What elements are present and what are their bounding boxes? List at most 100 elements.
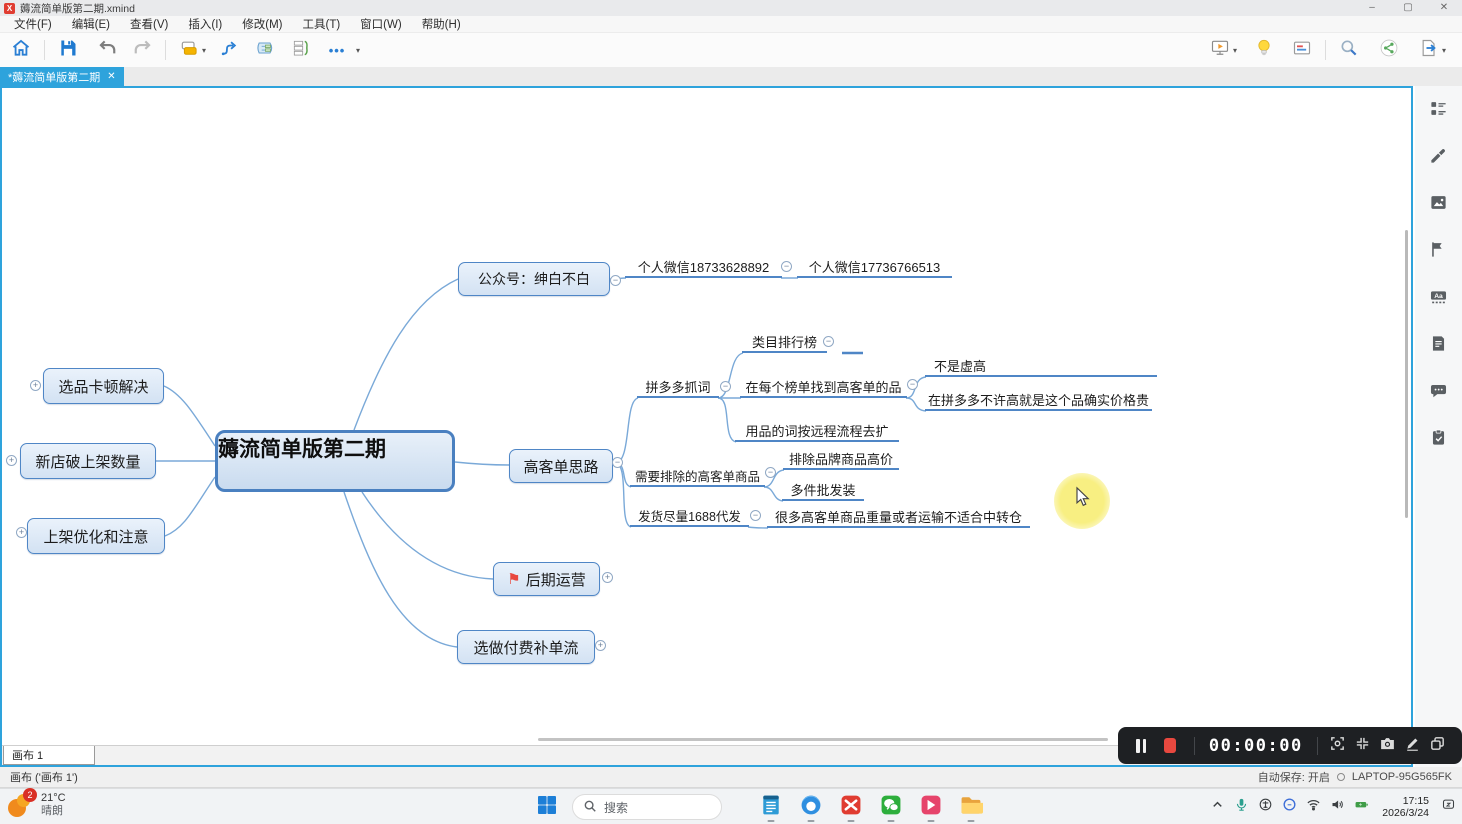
topic-listing-optimization[interactable]: 上架优化和注意 (27, 518, 165, 554)
topic-product-selection[interactable]: 选品卡顿解决 (43, 368, 164, 404)
topic-find-high-order[interactable]: 在每个榜单找到高客单的品 (740, 377, 907, 398)
redo-button[interactable] (129, 37, 155, 63)
tray-app-ring-icon[interactable] (1282, 797, 1297, 817)
export-caret-icon[interactable]: ▾ (1442, 46, 1446, 55)
topic-really-expensive[interactable]: 在拼多多不许高就是这个品确实价格贵 (925, 390, 1152, 411)
start-button[interactable] (532, 792, 562, 822)
topic-category-ranking[interactable]: 类目排行榜 (742, 332, 827, 353)
taskbar-app-xmind[interactable] (836, 792, 866, 822)
presentation-caret-icon[interactable]: ▾ (1233, 46, 1237, 55)
new-topic-caret-icon[interactable]: ▾ (202, 46, 206, 55)
menu-item-help[interactable]: 帮助(H) (412, 16, 471, 32)
new-topic-button[interactable] (176, 37, 202, 63)
notification-center-icon[interactable] (1441, 797, 1456, 817)
topic-wechat-2[interactable]: 个人微信17736766513 (797, 257, 952, 278)
topic-pdd-keywords[interactable]: 拼多多抓词 (637, 377, 719, 398)
relationship-button[interactable] (216, 37, 242, 63)
expand-marker[interactable]: + (16, 527, 27, 538)
search-input[interactable]: 搜索 (572, 794, 722, 820)
sheet-tab[interactable]: 画布 1 (3, 746, 95, 765)
topic-new-store-listing[interactable]: 新店破上架数量 (20, 443, 156, 479)
menu-item-insert[interactable]: 插入(I) (178, 16, 232, 32)
collapse-marker[interactable]: − (720, 381, 731, 392)
undo-button[interactable] (95, 37, 121, 63)
export-button[interactable] (1416, 37, 1442, 63)
presentation-button[interactable] (1207, 37, 1233, 63)
topic-exclude-products[interactable]: 需要排除的高客单商品 (630, 466, 765, 487)
weather-widget[interactable]: 2 21°C 晴朗 (8, 792, 66, 818)
home-button[interactable] (8, 37, 34, 63)
vertical-scrollbar[interactable] (1405, 230, 1408, 518)
outline-panel-button[interactable] (1422, 94, 1456, 128)
summary-button[interactable] (288, 37, 314, 63)
menu-item-file[interactable]: 文件(F) (4, 16, 62, 32)
shrink-button[interactable] (1352, 733, 1373, 759)
battery-icon[interactable] (1354, 797, 1369, 817)
collapse-marker[interactable]: − (781, 261, 792, 272)
expand-marker[interactable]: + (602, 572, 613, 583)
collapse-marker[interactable]: − (823, 336, 834, 347)
wifi-icon[interactable] (1306, 797, 1321, 817)
collapse-marker[interactable]: − (907, 379, 918, 390)
topic-multi-pack[interactable]: 多件批发装 (782, 480, 864, 501)
taskbar-app-notepad[interactable] (756, 792, 786, 822)
document-tab[interactable]: *薅流简单版第二期 ✕ (0, 67, 124, 86)
format-brush-button[interactable] (1422, 141, 1456, 175)
menu-item-edit[interactable]: 编辑(E) (62, 16, 120, 32)
pause-button[interactable] (1136, 739, 1146, 753)
tab-close-icon[interactable]: ✕ (107, 71, 115, 82)
taskbar-clock[interactable]: 17:15 2026/3/24 (1382, 795, 1429, 820)
collapse-marker[interactable]: − (610, 275, 621, 286)
collapse-marker[interactable]: − (612, 457, 623, 468)
window-switch-button[interactable] (1427, 733, 1448, 759)
topic-wechat-1[interactable]: 个人微信18733628892 (625, 257, 782, 278)
volume-icon[interactable] (1330, 797, 1345, 817)
expand-marker[interactable]: + (6, 455, 17, 466)
taskbar-app-video[interactable] (916, 792, 946, 822)
taskbar-app-browser[interactable] (796, 792, 826, 822)
menu-item-view[interactable]: 查看(V) (120, 16, 178, 32)
more-tools-caret-icon[interactable]: ▾ (356, 46, 360, 55)
menu-item-window[interactable]: 窗口(W) (350, 16, 412, 32)
topic-shipping-1688[interactable]: 发货尽量1688代发 (630, 506, 749, 527)
taskbar-app-wechat[interactable] (876, 792, 906, 822)
inspiration-button[interactable] (1251, 37, 1277, 63)
menu-item-modify[interactable]: 修改(M) (232, 16, 292, 32)
screenshot-button[interactable] (1377, 733, 1398, 759)
topic-root[interactable]: 薅流简单版第二期 (215, 430, 455, 492)
collapse-marker[interactable]: − (765, 467, 776, 478)
tray-ime-icon[interactable] (1258, 797, 1273, 817)
topic-not-inflated[interactable]: 不是虚高 (925, 356, 1157, 377)
expand-marker[interactable]: + (30, 380, 41, 391)
format-panel-button[interactable] (1289, 37, 1315, 63)
collapse-marker[interactable]: − (750, 510, 761, 521)
marker-panel-button[interactable] (1422, 235, 1456, 269)
taskbar-app-explorer[interactable] (956, 792, 986, 822)
topic-expand-keywords[interactable]: 用品的词按远程流程去扩 (735, 421, 899, 442)
topic-later-operations[interactable]: ⚑ 后期运营 (493, 562, 600, 596)
topic-public-account[interactable]: 公众号：绅白不白 (458, 262, 610, 296)
close-button[interactable]: ✕ (1426, 0, 1462, 16)
more-tools-button[interactable]: ••• (324, 37, 350, 63)
expand-marker[interactable]: + (595, 640, 606, 651)
share-button[interactable] (1376, 37, 1402, 63)
mindmap-canvas[interactable]: 薅流简单版第二期 选品卡顿解决 新店破上架数量 上架优化和注意 公众号：绅白不白… (2, 88, 1411, 745)
tray-microphone-icon[interactable] (1234, 797, 1249, 817)
topic-exclude-brand[interactable]: 排除品牌商品高价 (783, 449, 899, 470)
image-panel-button[interactable] (1422, 188, 1456, 222)
task-panel-button[interactable] (1422, 423, 1456, 457)
menu-item-tools[interactable]: 工具(T) (292, 16, 350, 32)
notes-panel-button[interactable] (1422, 329, 1456, 363)
save-button[interactable] (55, 37, 81, 63)
zoom-search-button[interactable] (1336, 37, 1362, 63)
tray-chevron-up-icon[interactable] (1210, 797, 1225, 817)
region-select-button[interactable] (1328, 733, 1349, 759)
minimize-button[interactable]: – (1354, 0, 1390, 16)
topic-high-order-idea[interactable]: 高客单思路 (509, 449, 613, 483)
stop-button[interactable] (1164, 738, 1176, 753)
draw-button[interactable] (1402, 733, 1423, 759)
maximize-button[interactable]: ▢ (1390, 0, 1426, 16)
topic-not-suitable-transit[interactable]: 很多高客单商品重量或者运输不适合中转仓 (767, 507, 1030, 528)
comments-panel-button[interactable] (1422, 376, 1456, 410)
topic-paid-flow[interactable]: 选做付费补单流 (457, 630, 595, 664)
